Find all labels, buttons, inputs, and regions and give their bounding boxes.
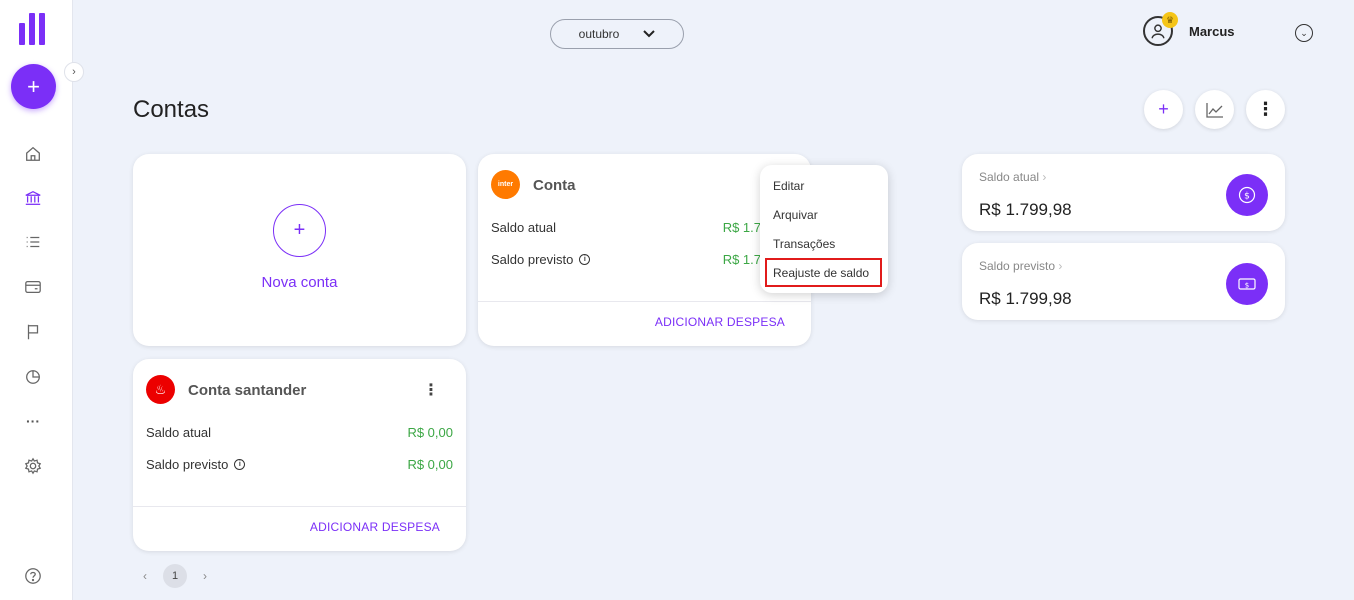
summary-card-saldo-previsto[interactable]: Saldo previsto › R$ 1.799,98 $ [962, 243, 1285, 320]
app-logo[interactable] [19, 13, 49, 45]
summary-card-saldo-atual[interactable]: Saldo atual › R$ 1.799,98 $ [962, 154, 1285, 231]
info-icon[interactable]: i [579, 254, 591, 265]
list-icon[interactable] [23, 232, 43, 252]
saldo-previsto-label: Saldo previsto i [146, 457, 246, 472]
account-context-menu: Editar Arquivar Transações Reajuste de s… [760, 165, 888, 293]
add-account-button[interactable]: + [1144, 90, 1183, 129]
chart-button[interactable] [1195, 90, 1234, 129]
page-number[interactable]: 1 [163, 564, 187, 588]
saldo-previsto-label: Saldo previsto i [491, 252, 591, 267]
svg-text:$: $ [1244, 192, 1250, 202]
user-name: Marcus [1189, 23, 1235, 39]
prev-page-icon[interactable]: ‹ [143, 569, 147, 583]
summary-label: Saldo atual › [979, 170, 1047, 184]
chevron-right-icon: › [72, 66, 76, 78]
add-expense-button[interactable]: ADICIONAR DESPESA [310, 520, 440, 534]
plus-icon: + [1158, 99, 1169, 119]
user-profile[interactable]: ♛ Marcus [1143, 12, 1235, 46]
new-account-card[interactable]: + Nova conta [133, 154, 466, 346]
credit-card-icon[interactable] [23, 277, 43, 297]
new-account-label: Nova conta [261, 274, 338, 291]
menu-item-editar[interactable]: Editar [773, 179, 804, 193]
crown-icon: ♛ [1162, 12, 1178, 28]
account-name: Conta [533, 177, 576, 194]
summary-value: R$ 1.799,98 [979, 200, 1072, 219]
saldo-previsto-value: R$ 1.7 [722, 252, 761, 267]
santander-logo-icon: ♨ [146, 375, 175, 404]
bank-icon[interactable] [23, 188, 43, 208]
svg-text:$: $ [1245, 282, 1249, 290]
pie-chart-icon[interactable] [23, 367, 43, 387]
account-options-kebab-icon[interactable]: ⋮ [423, 383, 439, 399]
home-icon[interactable] [23, 144, 43, 164]
saldo-atual-label: Saldo atual [146, 425, 212, 440]
user-menu-chevron-icon[interactable]: ⌄ [1295, 24, 1313, 42]
menu-item-transacoes[interactable]: Transações [773, 237, 835, 251]
sidebar-expand-button[interactable]: › [64, 62, 84, 82]
saldo-atual-value: R$ 1.7 [722, 220, 761, 235]
chevron-down-icon [643, 27, 656, 41]
divider [478, 301, 811, 302]
kebab-icon: ⋮ [1256, 99, 1275, 119]
flag-icon[interactable] [23, 322, 43, 342]
info-icon[interactable]: i [234, 459, 246, 470]
sidebar: + ··· [0, 0, 73, 600]
summary-label: Saldo previsto › [979, 259, 1063, 273]
highlight-box [765, 258, 882, 287]
gear-icon[interactable] [23, 456, 43, 476]
dollar-coin-icon: $ [1226, 174, 1268, 216]
more-options-button[interactable]: ⋮ [1246, 90, 1285, 129]
account-name: Conta santander [188, 382, 307, 399]
help-icon[interactable] [23, 566, 43, 586]
add-transaction-button[interactable]: + [11, 64, 56, 109]
account-card-santander: ♨ Conta santander ⋮ Saldo atual R$ 0,00 … [133, 359, 466, 551]
line-chart-icon [1205, 102, 1223, 118]
month-label: outubro [578, 27, 620, 41]
next-page-icon[interactable]: › [203, 569, 207, 583]
plus-icon: + [273, 204, 326, 257]
page-title: Contas [133, 96, 210, 123]
pagination: ‹ 1 › [143, 564, 207, 588]
saldo-atual-label: Saldo atual [491, 220, 557, 235]
saldo-previsto-value: R$ 0,00 [407, 457, 453, 472]
saldo-atual-value: R$ 0,00 [407, 425, 453, 440]
summary-value: R$ 1.799,98 [979, 289, 1072, 308]
avatar[interactable]: ♛ [1143, 12, 1178, 46]
inter-logo-icon: inter [491, 170, 520, 199]
add-expense-button[interactable]: ADICIONAR DESPESA [655, 315, 785, 329]
money-bill-icon: $ [1226, 263, 1268, 305]
divider [133, 506, 466, 507]
month-selector[interactable]: outubro [550, 19, 684, 49]
more-icon[interactable]: ··· [23, 411, 43, 431]
menu-item-arquivar[interactable]: Arquivar [773, 208, 818, 222]
